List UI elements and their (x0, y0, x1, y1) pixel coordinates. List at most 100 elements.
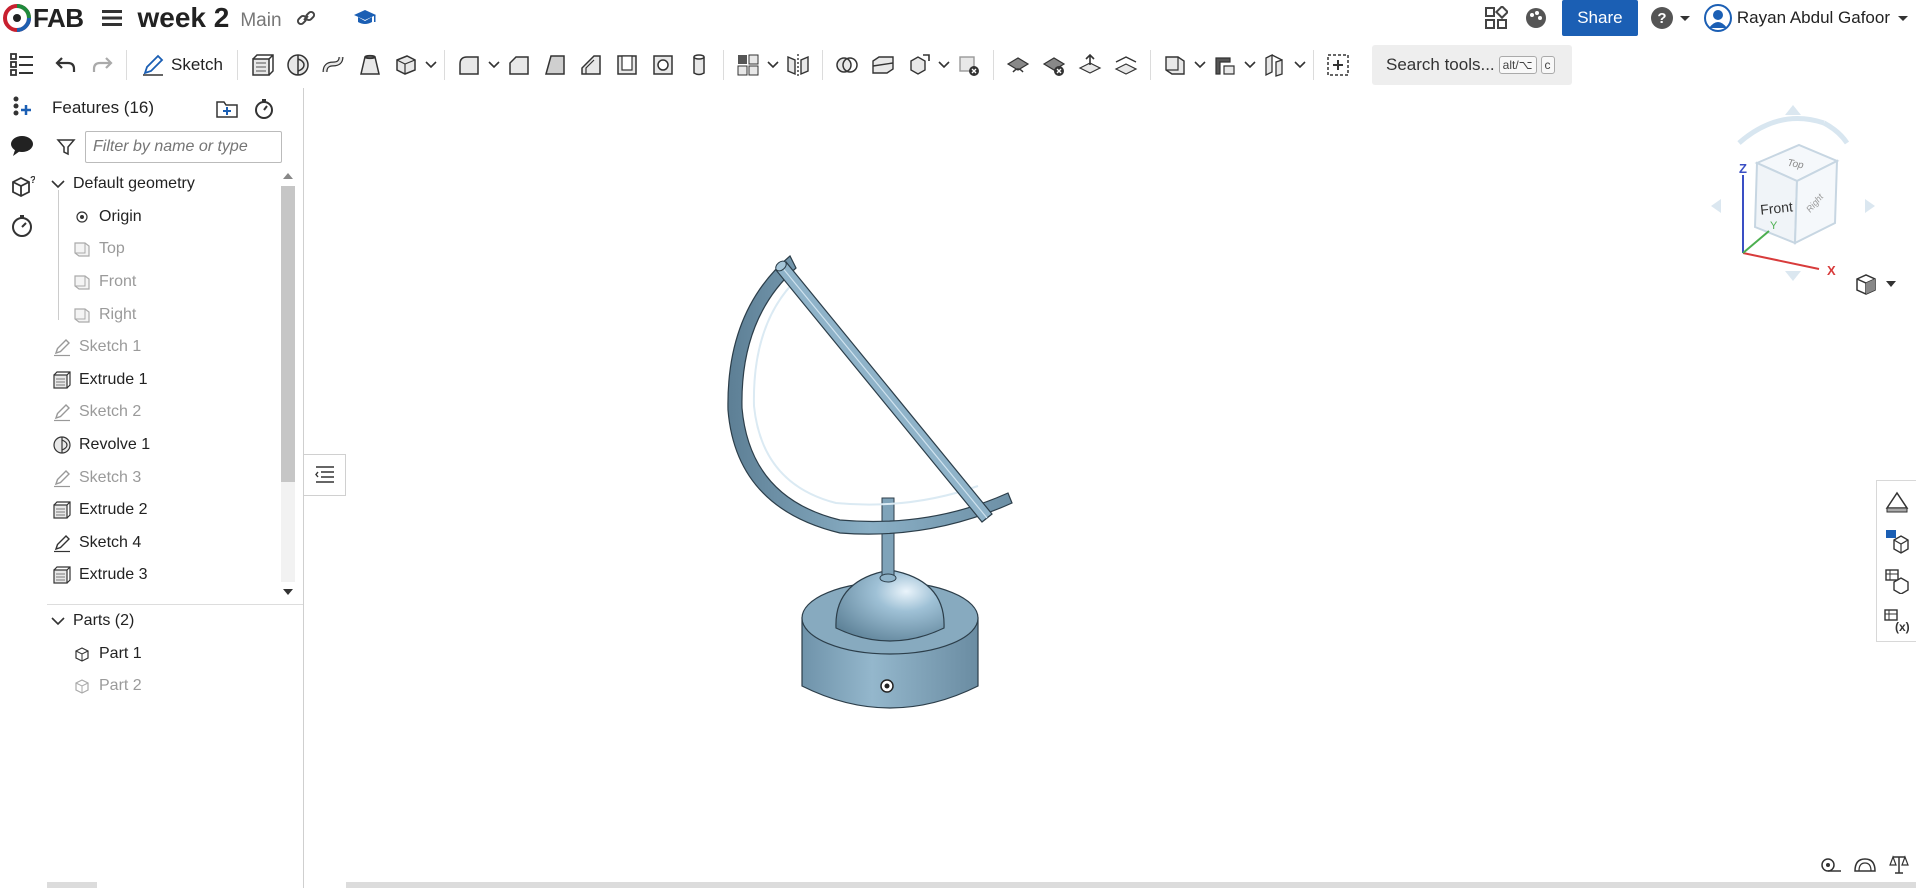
user-menu-button[interactable]: Rayan Abdul Gafoor (1703, 4, 1910, 32)
transform-tool[interactable] (901, 47, 937, 83)
geometry-item[interactable]: Top (47, 233, 279, 266)
boolean-tool[interactable] (829, 47, 865, 83)
geometry-item[interactable]: Origin (47, 201, 279, 234)
replace-face-tool[interactable] (1108, 47, 1144, 83)
plane-tool[interactable] (1157, 47, 1193, 83)
configurations-button[interactable] (1877, 521, 1916, 561)
rotate-arc-icon[interactable] (1822, 120, 1850, 145)
share-button[interactable]: Share (1561, 0, 1638, 36)
variables-button[interactable]: (x) (1877, 601, 1916, 641)
comments-button[interactable] (0, 126, 44, 166)
measure-button[interactable] (1814, 852, 1848, 878)
feature-filter-input[interactable] (85, 131, 282, 163)
geometry-item[interactable]: Front (47, 266, 279, 299)
modify-fillet-tool[interactable] (1000, 47, 1036, 83)
rotate-arc-icon[interactable] (1737, 116, 1825, 145)
view-down-arrow-icon[interactable] (1785, 271, 1801, 281)
add-custom-feature-button[interactable] (1320, 47, 1356, 83)
feature-item[interactable]: Sketch 3 (47, 461, 279, 494)
pattern-tool[interactable] (730, 47, 766, 83)
delete-part-tool[interactable] (951, 47, 987, 83)
parts-group[interactable]: Parts (2) (47, 605, 303, 638)
pattern-dropdown[interactable] (766, 47, 780, 83)
view-options-dropdown[interactable] (1853, 271, 1897, 297)
revolve-tool[interactable] (280, 47, 316, 83)
plane-dropdown[interactable] (1193, 47, 1207, 83)
horizontal-scrollbar[interactable] (346, 882, 1916, 888)
thicken-tool[interactable] (388, 47, 424, 83)
extrude-tool[interactable] (244, 47, 280, 83)
search-tools-input[interactable]: Search tools... alt/⌥ c (1371, 45, 1572, 85)
view-right-arrow-icon[interactable] (1865, 199, 1875, 213)
history-button[interactable] (0, 206, 44, 246)
section-view-button[interactable] (1848, 852, 1882, 878)
chamfer-tool[interactable] (501, 47, 537, 83)
sheet-metal-dropdown[interactable] (1243, 47, 1257, 83)
rib-tool[interactable] (573, 47, 609, 83)
mirror-tool[interactable] (780, 47, 816, 83)
variable-studio-button[interactable] (1877, 561, 1916, 601)
geometry-item[interactable]: Right (47, 298, 279, 331)
appearance-button[interactable] (1877, 481, 1916, 521)
apps-button[interactable] (1482, 4, 1510, 32)
sweep-tool[interactable] (316, 47, 352, 83)
feature-item[interactable]: Sketch 4 (47, 527, 279, 560)
scroll-down-icon[interactable] (282, 588, 294, 596)
view-up-arrow-icon[interactable] (1785, 105, 1801, 115)
move-face-tool[interactable] (1072, 47, 1108, 83)
feature-list-scrollbar[interactable] (279, 168, 295, 600)
chevron-down-icon[interactable] (51, 179, 65, 189)
default-geometry-group[interactable]: Default geometry (47, 168, 279, 201)
cylinder-tool[interactable] (681, 47, 717, 83)
feature-item[interactable]: Revolve 1 (47, 429, 279, 462)
graphics-area[interactable]: Top Front Right Z X Y (x) (305, 88, 1916, 888)
app-logo[interactable]: FAB (2, 3, 84, 34)
main-menu-button[interactable] (98, 4, 126, 32)
document-name[interactable]: week 2 (138, 2, 230, 34)
part-item[interactable]: Part 2 (47, 670, 303, 703)
undo-button[interactable] (48, 47, 84, 83)
chevron-down-icon[interactable] (51, 616, 65, 626)
feature-item[interactable]: Extrude 2 (47, 494, 279, 527)
redo-button[interactable] (84, 47, 120, 83)
insert-button[interactable] (0, 86, 44, 126)
feature-item[interactable]: Extrude 3 (47, 559, 279, 592)
feature-item[interactable]: Sketch 5 (47, 592, 279, 600)
draft-tool[interactable] (537, 47, 573, 83)
add-folder-button[interactable] (214, 96, 240, 122)
view-left-arrow-icon[interactable] (1711, 199, 1721, 213)
loft-tool[interactable] (352, 47, 388, 83)
horizontal-scrollbar[interactable] (47, 882, 97, 888)
cube[interactable]: Top Front Right (1753, 143, 1840, 245)
split-tool[interactable] (865, 47, 901, 83)
part-item[interactable]: Part 1 (47, 638, 303, 671)
frame-tool[interactable] (1257, 47, 1293, 83)
scroll-up-icon[interactable] (282, 172, 294, 180)
delete-face-tool[interactable] (1036, 47, 1072, 83)
shell-tool[interactable] (609, 47, 645, 83)
link-button[interactable] (294, 6, 318, 30)
3d-model-sundial[interactable] (710, 198, 1130, 758)
learning-button[interactable] (1522, 4, 1550, 32)
frame-dropdown[interactable] (1293, 47, 1307, 83)
workspace-name[interactable]: Main (240, 10, 281, 32)
feature-list-toggle[interactable] (0, 44, 44, 84)
feature-item[interactable]: Extrude 1 (47, 364, 279, 397)
feature-item[interactable]: Sketch 1 (47, 331, 279, 364)
rollback-history-button[interactable] (251, 96, 277, 122)
scrollbar-thumb[interactable] (281, 186, 295, 482)
filter-button[interactable] (47, 137, 85, 157)
fillet-dropdown[interactable] (487, 47, 501, 83)
fillet-tool[interactable] (451, 47, 487, 83)
transform-dropdown[interactable] (937, 47, 951, 83)
more-tools-dropdown[interactable] (424, 47, 438, 83)
education-button[interactable] (352, 5, 378, 31)
view-cube[interactable]: Top Front Right Z X Y (1709, 103, 1879, 283)
sketch-button[interactable]: Sketch (133, 47, 231, 83)
hole-tool[interactable] (645, 47, 681, 83)
help-button[interactable]: ? (1650, 6, 1692, 30)
feature-item[interactable]: Sketch 2 (47, 396, 279, 429)
mass-properties-tool[interactable] (1882, 852, 1916, 878)
sheet-metal-tool[interactable] (1207, 47, 1243, 83)
mass-properties-button[interactable]: ? (0, 166, 44, 206)
